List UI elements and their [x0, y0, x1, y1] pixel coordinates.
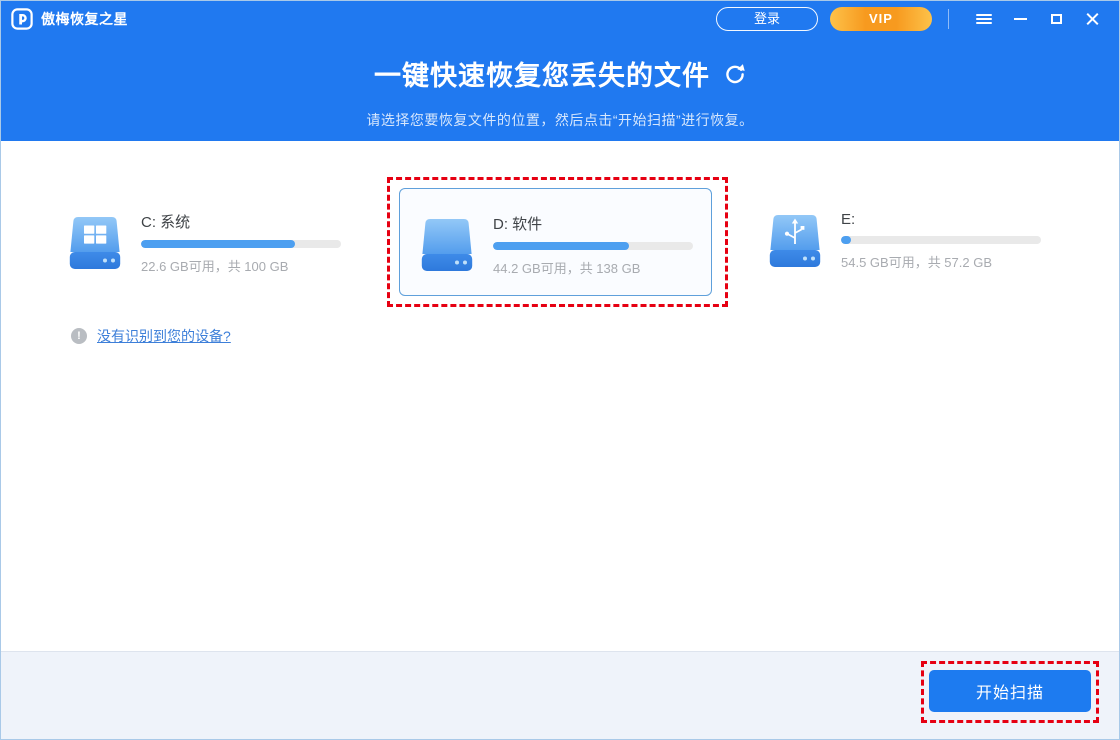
- login-button[interactable]: 登录: [716, 7, 818, 31]
- minimize-icon: [1013, 18, 1027, 20]
- drive-usage-bar: [841, 236, 1041, 244]
- main-content: C: 系统 22.6 GB可用，共 100 GB D: 软件 44.2 GB可用…: [1, 141, 1119, 653]
- drive-usage-fill: [141, 240, 295, 248]
- help-row: ! 没有识别到您的设备?: [71, 326, 231, 346]
- info-icon: !: [71, 328, 87, 344]
- device-not-recognized-link[interactable]: 没有识别到您的设备?: [97, 326, 231, 346]
- footer: 开始扫描: [1, 651, 1119, 739]
- page-subtitle: 请选择您要恢复文件的位置，然后点击“开始扫描”进行恢复。: [366, 112, 754, 128]
- drive-usage-bar: [493, 242, 693, 250]
- drive-name: C: 系统: [141, 214, 191, 231]
- refresh-icon[interactable]: [724, 63, 746, 85]
- titlebar: 傲梅恢复之星 登录 VIP: [1, 1, 1119, 37]
- app-title: 傲梅恢复之星: [41, 11, 128, 27]
- maximize-button[interactable]: [1041, 6, 1071, 32]
- minimize-button[interactable]: [1005, 6, 1035, 32]
- close-icon: [1086, 13, 1099, 26]
- drive-name: E:: [841, 211, 856, 228]
- maximize-icon: [1050, 14, 1062, 24]
- start-scan-button[interactable]: 开始扫描: [929, 670, 1091, 712]
- titlebar-separator: [948, 9, 949, 29]
- drive-name: D: 软件: [493, 216, 543, 233]
- page-title: 一键快速恢复您丢失的文件: [374, 61, 710, 91]
- drive-stats: 54.5 GB可用，共 57.2 GB: [841, 255, 993, 270]
- drive-card-c[interactable]: C: 系统 22.6 GB可用，共 100 GB: [69, 211, 341, 275]
- banner: 一键快速恢复您丢失的文件 请选择您要恢复文件的位置，然后点击“开始扫描”进行恢复…: [1, 54, 1119, 130]
- usb-drive-icon: [769, 213, 821, 269]
- header: 傲梅恢复之星 登录 VIP 一键快速恢复您丢失的文件 请选择您要恢复文件的位置，…: [1, 1, 1119, 141]
- windows-drive-icon: [69, 215, 121, 271]
- drive-stats: 44.2 GB可用，共 138 GB: [493, 261, 641, 276]
- vip-button[interactable]: VIP: [830, 7, 932, 31]
- app-logo-icon: [11, 8, 33, 30]
- drive-usage-bar: [141, 240, 341, 248]
- close-button[interactable]: [1077, 6, 1107, 32]
- drive-usage-fill: [493, 242, 629, 250]
- plain-drive-icon: [421, 217, 473, 273]
- drive-card-d-selected[interactable]: D: 软件 44.2 GB可用，共 138 GB: [399, 188, 712, 296]
- drive-card-e[interactable]: E: 54.5 GB可用，共 57.2 GB: [769, 211, 1041, 271]
- drive-stats: 22.6 GB可用，共 100 GB: [141, 259, 289, 274]
- drive-usage-fill: [841, 236, 851, 244]
- app-window: 傲梅恢复之星 登录 VIP 一键快速恢复您丢失的文件 请选择您要恢复文件的位置，…: [0, 0, 1120, 740]
- menu-button[interactable]: [969, 6, 999, 32]
